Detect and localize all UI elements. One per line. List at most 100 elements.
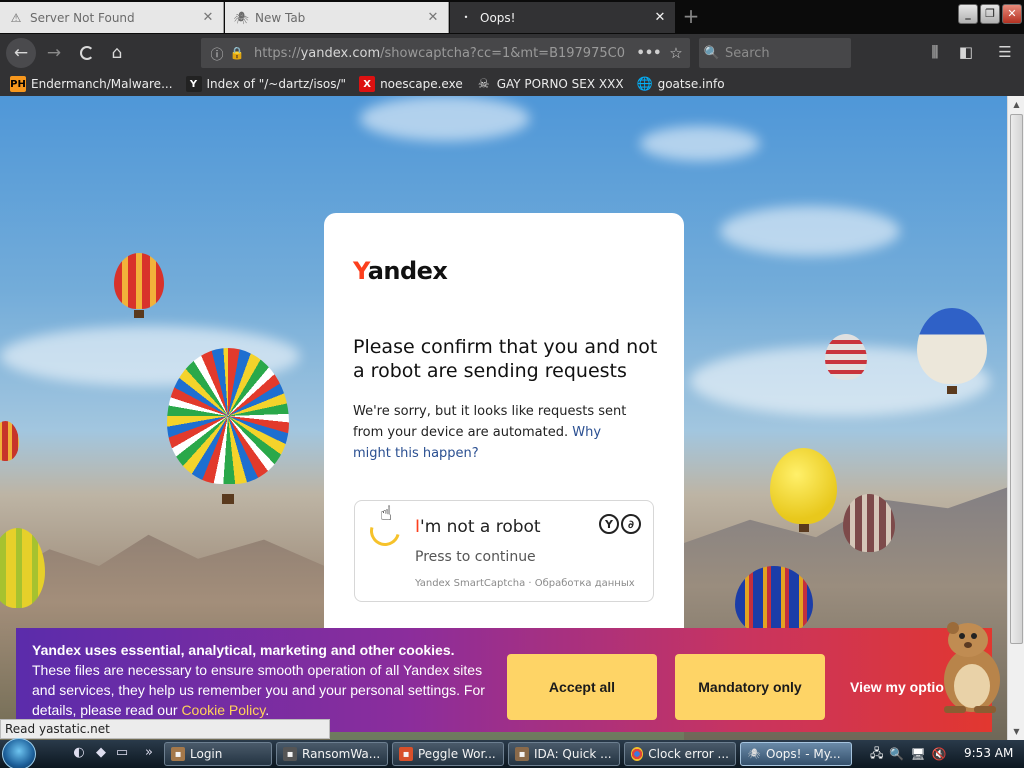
- quicklaunch-shield-icon[interactable]: ◆: [92, 745, 110, 763]
- page-actions-button[interactable]: •••: [636, 46, 662, 61]
- back-button[interactable]: ←: [6, 38, 36, 68]
- chrome-icon: [631, 747, 644, 761]
- taskbar-item-label: RansomWa...: [302, 747, 381, 761]
- bookmark-goatse[interactable]: 🌐 goatse.info: [636, 76, 724, 92]
- close-icon[interactable]: ✕: [426, 10, 440, 25]
- yandex-circle-icon: Y: [599, 514, 619, 534]
- cloud: [640, 126, 760, 161]
- ph-icon: PH: [10, 76, 26, 92]
- search-bar[interactable]: 🔍: [699, 38, 851, 68]
- hot-air-balloon: [735, 566, 813, 636]
- cookie-text: Yandex uses essential, analytical, marke…: [32, 642, 485, 718]
- bookmark-noescape[interactable]: X noescape.exe: [359, 76, 463, 92]
- restore-button[interactable]: ❐: [980, 4, 1000, 24]
- hamster-pet-icon[interactable]: [934, 618, 1004, 714]
- new-tab-button[interactable]: +: [680, 4, 702, 30]
- app-icon: ▪: [515, 747, 529, 761]
- bookmark-dartz-isos[interactable]: Y Index of "/~dartz/isos/": [185, 76, 347, 92]
- url-bar[interactable]: ⓘ 🔒 https://yandex.com/showcaptcha?cc=1&…: [201, 38, 690, 68]
- minimize-button[interactable]: _: [958, 4, 978, 24]
- start-button[interactable]: [2, 738, 36, 768]
- taskbar-item-clock-error[interactable]: Clock error ...: [624, 742, 736, 766]
- tab-label: Oops!: [480, 10, 516, 25]
- captcha-card: Yandex Please confirm that you and not a…: [324, 213, 684, 653]
- quicklaunch-desktop-icon[interactable]: ▭: [113, 745, 131, 763]
- balloon-basket: [799, 524, 809, 532]
- cookie-banner: Yandex uses essential, analytical, marke…: [16, 628, 992, 732]
- navigation-bar: ← → ⌂ ⓘ 🔒 https://yandex.com/showcaptcha…: [0, 34, 1024, 72]
- hot-air-balloon: [843, 494, 895, 552]
- smartcaptcha-brand-text[interactable]: Yandex SmartCaptcha · Обработка данных: [415, 578, 635, 589]
- library-icon[interactable]: ⫼: [924, 43, 946, 63]
- smartcaptcha-icon: ∂: [621, 514, 641, 534]
- app-icon: 🕷: [747, 748, 761, 760]
- captcha-description: We're sorry, but it looks like requests …: [353, 404, 627, 461]
- tab-strip: ⚠ Server Not Found ✕ 🕷 New Tab ✕ • Oops!…: [0, 0, 1024, 34]
- taskbar-item-login[interactable]: ▪ Login: [164, 742, 272, 766]
- hot-air-balloon: [0, 421, 19, 461]
- cookie-policy-link[interactable]: Cookie Policy: [181, 702, 265, 718]
- mandatory-only-button[interactable]: Mandatory only: [675, 654, 825, 720]
- bookmark-label: GAY PORNO SEX XXX: [496, 77, 624, 91]
- close-window-button[interactable]: ✕: [1002, 4, 1022, 24]
- bookmark-gay-porno[interactable]: ☠ GAY PORNO SEX XXX: [476, 76, 624, 92]
- system-tray: 🖧 🔍 🖥 🔇: [870, 740, 947, 768]
- search-input[interactable]: [725, 45, 835, 61]
- captcha-logos: Y ∂: [599, 514, 641, 534]
- scroll-down-arrow-icon[interactable]: ▼: [1008, 723, 1024, 740]
- close-icon[interactable]: ✕: [201, 10, 215, 25]
- tray-volume-muted-icon[interactable]: 🔇: [932, 747, 947, 761]
- not-a-robot-checkbox[interactable]: ☝ I'm not a robot Press to continue Yand…: [354, 500, 654, 602]
- bookmark-endermanch[interactable]: PH Endermanch/Malware...: [10, 76, 173, 92]
- quicklaunch-more-icon[interactable]: »: [140, 745, 158, 763]
- quicklaunch-ie-icon[interactable]: ◐: [70, 745, 88, 763]
- tray-monitor-icon[interactable]: 🖥: [910, 747, 925, 761]
- taskbar-item-ransomware[interactable]: ▪ RansomWa...: [276, 742, 388, 766]
- loading-dot-icon: •: [463, 13, 469, 22]
- bookmarks-toolbar: PH Endermanch/Malware... Y Index of "/~d…: [0, 72, 1024, 96]
- bookmark-star-icon[interactable]: ☆: [662, 44, 690, 62]
- menu-icon[interactable]: ☰: [994, 43, 1016, 63]
- scrollbar-thumb[interactable]: [1010, 114, 1023, 644]
- close-icon[interactable]: ✕: [653, 10, 667, 25]
- accept-all-button[interactable]: Accept all: [507, 654, 657, 720]
- hot-air-balloon: [0, 528, 45, 608]
- taskbar-item-oops[interactable]: 🕷 Oops! - My...: [740, 742, 852, 766]
- app-icon: ▪: [399, 747, 413, 761]
- info-icon[interactable]: ⓘ: [206, 44, 228, 63]
- sidebar-icon[interactable]: ◧: [955, 43, 977, 63]
- tray-search-icon[interactable]: 🔍: [889, 747, 904, 761]
- tab-label: New Tab: [255, 10, 306, 25]
- home-button[interactable]: ⌂: [103, 39, 131, 67]
- url-text[interactable]: https://yandex.com/showcaptcha?cc=1&mt=B…: [254, 46, 636, 61]
- bookmark-label: Index of "/~dartz/isos/": [206, 77, 347, 91]
- hot-air-balloon: [167, 348, 289, 484]
- forward-button[interactable]: →: [40, 39, 68, 67]
- taskbar-item-peggle[interactable]: ▪ Peggle Wor...: [392, 742, 504, 766]
- tab-server-not-found[interactable]: ⚠ Server Not Found ✕: [0, 2, 224, 33]
- hot-air-balloon: [770, 448, 837, 524]
- search-icon: 🔍: [703, 45, 721, 61]
- warning-icon: ⚠: [10, 10, 22, 25]
- scroll-up-arrow-icon[interactable]: ▲: [1008, 96, 1024, 113]
- tab-oops[interactable]: • Oops! ✕: [450, 2, 675, 33]
- stop-loading-button[interactable]: [73, 39, 101, 67]
- hot-air-balloon: [917, 308, 987, 384]
- taskbar-item-ida[interactable]: ▪ IDA: Quick ...: [508, 742, 620, 766]
- page-scrollbar[interactable]: ▲ ▼: [1007, 96, 1024, 740]
- tray-network-icon[interactable]: 🖧: [870, 744, 883, 765]
- tab-label: Server Not Found: [30, 10, 135, 25]
- status-bar: Read yastatic.net: [0, 719, 330, 739]
- spider-icon: 🕷: [233, 10, 249, 25]
- balloon-basket: [134, 310, 144, 318]
- hot-air-balloon: [825, 334, 867, 380]
- lock-icon[interactable]: 🔒: [228, 46, 246, 60]
- bookmark-label: noescape.exe: [380, 77, 463, 91]
- taskbar: ◐ ◆ ▭ » ▪ Login ▪ RansomWa... ▪ Peggle W…: [0, 738, 1024, 768]
- bookmark-label: Endermanch/Malware...: [31, 77, 173, 91]
- tab-new-tab[interactable]: 🕷 New Tab ✕: [225, 2, 449, 33]
- cloud: [360, 96, 530, 141]
- taskbar-clock[interactable]: 9:53 AM: [964, 746, 1013, 760]
- taskbar-item-label: IDA: Quick ...: [534, 747, 612, 761]
- balloon-basket: [947, 386, 957, 394]
